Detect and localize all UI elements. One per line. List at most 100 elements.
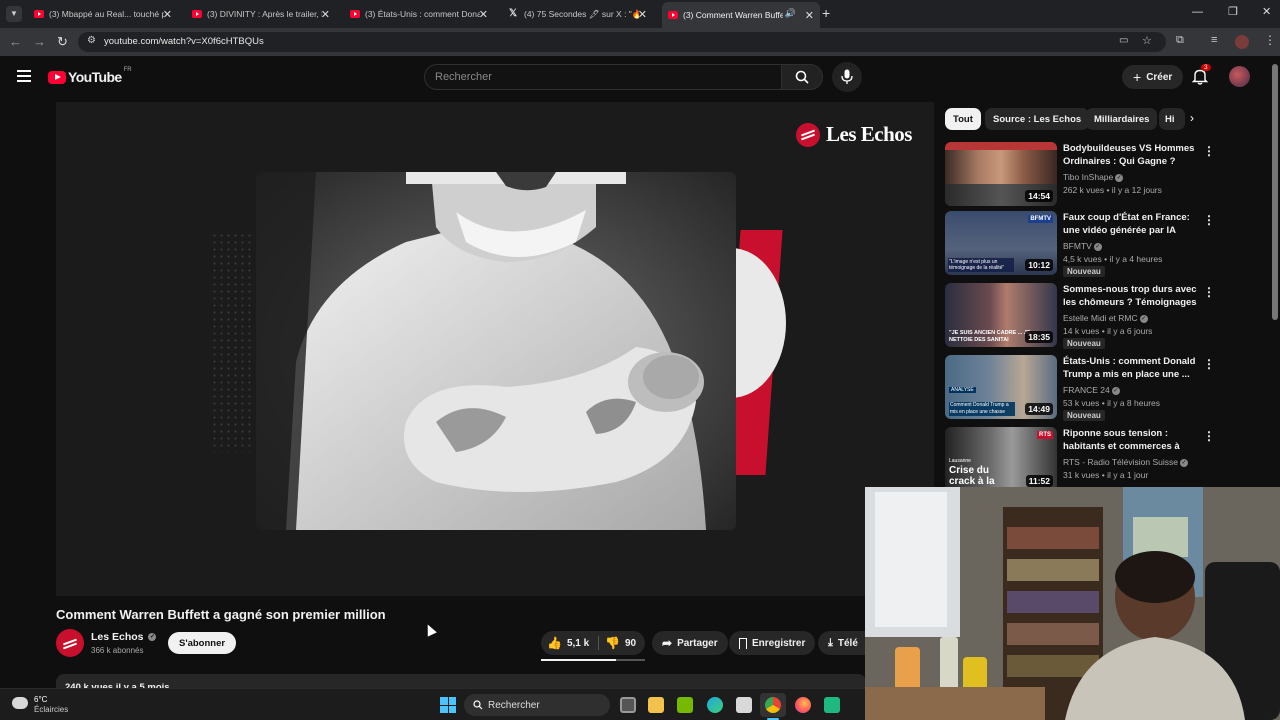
close-icon[interactable]: ✕ xyxy=(321,8,330,21)
bookmark-star-icon[interactable]: ☆ xyxy=(1142,34,1152,47)
more-options-icon[interactable]: ⋮ xyxy=(1203,285,1215,299)
browser-tab-active[interactable]: (3) Comment Warren Buffett 🔊 ✕ xyxy=(662,2,820,28)
url-field[interactable]: ⚙ youtube.com/watch?v=X0f6cHTBQUs ▭ ☆ xyxy=(78,32,1166,52)
download-button[interactable]: ⤓ Télé xyxy=(818,631,866,655)
like-button[interactable]: 👍 5,1 k xyxy=(547,636,589,650)
extensions-icon[interactable]: ⧉ xyxy=(1176,34,1184,47)
video-thumbnail: RTS Lausanne Crise du crack à la Riponne… xyxy=(945,427,1057,491)
close-icon[interactable]: ✕ xyxy=(805,9,814,22)
profile-avatar[interactable] xyxy=(1235,35,1249,49)
chip-history[interactable]: Hi xyxy=(1159,108,1185,130)
search-icon xyxy=(795,70,809,84)
nvidia-icon[interactable] xyxy=(677,697,693,713)
share-button[interactable]: ➦ Partager xyxy=(652,631,728,655)
video-title: Comment Warren Buffett a gagné son premi… xyxy=(56,607,386,622)
chip-label: Tout xyxy=(953,113,973,125)
app-icon[interactable] xyxy=(824,697,840,713)
close-window-button[interactable]: ✕ xyxy=(1262,5,1271,18)
recommended-channel: Tibo InShape ✓ xyxy=(1063,172,1124,182)
verified-icon: ✓ xyxy=(1179,458,1188,467)
create-button[interactable]: + Créer xyxy=(1122,65,1184,89)
browser-tab[interactable]: (3) DIVINITY : Après le trailer, La ✕ xyxy=(186,4,336,24)
chip-billionaires[interactable]: Milliardaires xyxy=(1086,108,1158,130)
channel-avatar[interactable] xyxy=(56,629,84,657)
task-view-icon[interactable] xyxy=(620,697,636,713)
more-options-icon[interactable]: ⋮ xyxy=(1203,429,1215,443)
back-arrow-icon[interactable]: ← xyxy=(9,34,22,49)
channel-text: BFMTV xyxy=(1063,241,1092,251)
tab-title: (3) Mbappé au Real... touché p xyxy=(49,9,164,19)
chip-all[interactable]: Tout xyxy=(945,108,981,130)
edge-icon[interactable] xyxy=(707,697,723,713)
file-explorer-icon[interactable] xyxy=(648,697,664,713)
minimize-button[interactable]: — xyxy=(1192,6,1203,18)
recommended-video[interactable]: 14:54 Bodybuildeuses VS Hommes Ordinaire… xyxy=(945,142,1215,208)
channel-name[interactable]: Les Echos ✓ xyxy=(91,631,157,643)
windows-start-icon[interactable] xyxy=(440,697,456,713)
firefox-icon[interactable] xyxy=(795,697,811,713)
media-controls-icon[interactable]: ≡ xyxy=(1211,34,1217,46)
voice-search-button[interactable] xyxy=(832,62,862,92)
dislike-button[interactable]: 👎 90 xyxy=(605,636,636,650)
cast-icon[interactable]: ▭ xyxy=(1119,35,1128,46)
maximize-button[interactable]: ❐ xyxy=(1228,5,1238,18)
windows-taskbar: 6°C Éclaircies Rechercher xyxy=(0,688,865,720)
page-scrollbar[interactable] xyxy=(1272,64,1278,320)
youtube-logo[interactable]: YouTube FR xyxy=(48,67,132,85)
thumbnail-caption: "L'image n'est plus un témoignage de la … xyxy=(948,258,1014,272)
like-progress-underline xyxy=(541,659,645,661)
close-icon[interactable]: ✕ xyxy=(638,8,647,21)
store-icon[interactable] xyxy=(736,697,752,713)
weather-widget[interactable]: 6°C Éclaircies xyxy=(10,693,90,717)
new-badge: Nouveau xyxy=(1063,266,1105,277)
taskbar-search[interactable]: Rechercher xyxy=(464,694,610,716)
reload-icon[interactable]: ↻ xyxy=(57,34,68,50)
weather-desc: Éclaircies xyxy=(34,705,69,714)
notifications-button[interactable]: 3 xyxy=(1191,64,1211,86)
chevron-right-icon[interactable]: › xyxy=(1190,111,1194,125)
new-badge: Nouveau xyxy=(1063,410,1105,421)
recommended-video[interactable]: "JE SUIS ANCIEN CADRE ... JE NETTOIE DES… xyxy=(945,283,1215,349)
speaker-icon[interactable]: 🔊 xyxy=(785,8,796,19)
recommended-channel: FRANCE 24 ✓ xyxy=(1063,385,1120,395)
search-input[interactable] xyxy=(435,71,735,83)
browser-tab[interactable]: (3) Mbappé au Real... touché p ✕ xyxy=(28,4,178,24)
forward-arrow-icon[interactable]: → xyxy=(33,34,46,49)
channel-text: Estelle Midi et RMC xyxy=(1063,313,1138,323)
hamburger-menu-icon[interactable] xyxy=(17,70,31,82)
recommended-video[interactable]: BFMTV "L'image n'est plus un témoignage … xyxy=(945,211,1215,277)
youtube-icon xyxy=(350,10,360,18)
share-arrow-icon: ➦ xyxy=(662,636,673,650)
video-player[interactable]: Les Echos xyxy=(56,102,934,596)
browser-tab[interactable]: (3) États-Unis : comment Donal ✕ xyxy=(344,4,494,24)
close-icon[interactable]: ✕ xyxy=(163,8,172,21)
new-tab-button[interactable]: + xyxy=(822,5,830,21)
site-settings-icon[interactable]: ⚙ xyxy=(87,35,96,46)
account-avatar[interactable] xyxy=(1229,66,1250,87)
more-options-icon[interactable]: ⋮ xyxy=(1203,357,1215,371)
bfmtv-logo: BFMTV xyxy=(1028,215,1053,223)
close-icon[interactable]: ✕ xyxy=(479,8,488,21)
chrome-icon[interactable] xyxy=(765,697,781,713)
browser-menu-icon[interactable]: ⋮ xyxy=(1264,33,1276,47)
les-echos-emblem-icon xyxy=(796,122,820,147)
search-button[interactable] xyxy=(781,64,823,90)
recommended-video[interactable]: RTS Lausanne Crise du crack à la Riponne… xyxy=(945,427,1215,493)
more-options-icon[interactable]: ⋮ xyxy=(1203,144,1215,158)
chip-source[interactable]: Source : Les Echos xyxy=(985,108,1090,130)
bookmark-icon xyxy=(739,637,747,649)
save-button[interactable]: Enregistrer xyxy=(729,631,816,655)
subscribe-button[interactable]: S'abonner xyxy=(168,632,237,654)
plus-icon: + xyxy=(1133,69,1142,85)
more-options-icon[interactable]: ⋮ xyxy=(1203,213,1215,227)
like-dislike-group: 👍 5,1 k 👎 90 xyxy=(541,631,645,655)
save-label: Enregistrer xyxy=(752,637,806,649)
les-echos-wordmark: Les Echos xyxy=(826,122,912,146)
thumbnail-location: Lausanne xyxy=(949,458,971,464)
search-box[interactable] xyxy=(424,64,782,90)
recommended-video[interactable]: ANALYSE Comment Donald Trump a mis en pl… xyxy=(945,355,1215,421)
create-label: Créer xyxy=(1146,71,1173,83)
verified-icon: ✓ xyxy=(148,633,157,642)
tab-search-button[interactable]: ▼ xyxy=(6,6,22,22)
browser-tab[interactable]: 𝕏 (4) 75 Secondes 🖋 sur X : "🔥 E ✕ xyxy=(503,4,653,24)
